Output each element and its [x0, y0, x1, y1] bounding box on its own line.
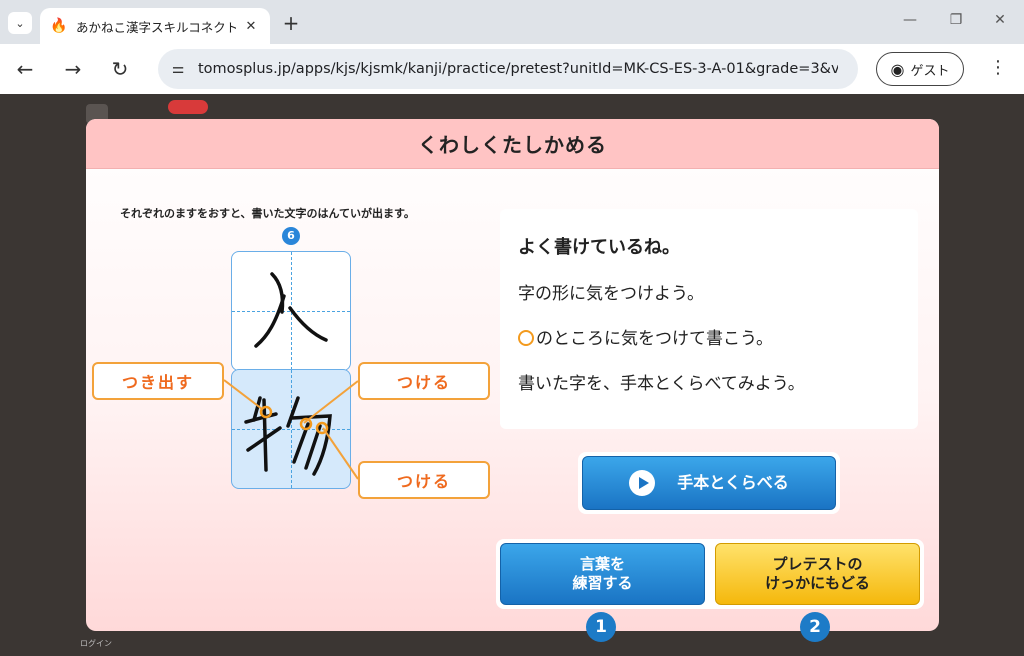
feedback-panel: よく書けているね。 字の形に気をつけよう。 のところに気をつけて書こう。 書いた…	[500, 209, 918, 429]
tab-title: あかねこ漢字スキルコネクト 光村	[76, 19, 236, 35]
tune-icon[interactable]: ⚌	[158, 61, 198, 77]
check-detail-modal: くわしくたしかめる それぞれのますをおすと、書いた文字のはんていが出ます。 6	[86, 119, 939, 631]
callout-tsukeru-upper: つける	[358, 362, 490, 400]
back-to-results-button[interactable]: プレテストの けっかにもどる	[715, 543, 920, 605]
back-to-results-line1: プレテストの	[772, 555, 863, 574]
bottom-buttons-frame: 言葉を 練習する プレテストの けっかにもどる	[496, 539, 924, 609]
practice-words-button[interactable]: 言葉を 練習する	[500, 543, 705, 605]
url-text[interactable]: tomosplus.jp/apps/kjs/kjsmk/kanji/practi…	[198, 61, 838, 77]
writing-cell-top[interactable]	[231, 251, 351, 371]
callout-tsukidasu: つき出す	[92, 362, 224, 400]
plus-icon[interactable]: +	[280, 12, 302, 34]
orange-ring-icon	[518, 330, 534, 346]
account-circle-icon: ◉	[890, 59, 905, 79]
flame-icon: 🔥	[50, 18, 68, 34]
callout-tsukeru-lower: つける	[358, 461, 490, 499]
login-link[interactable]: ログイン	[80, 638, 112, 649]
writing-cell-bottom[interactable]	[231, 369, 351, 489]
number-badge-1: 1	[586, 612, 616, 642]
feedback-line-1: 字の形に気をつけよう。	[518, 284, 704, 304]
close-window-icon[interactable]: ✕	[990, 12, 1010, 28]
reload-icon[interactable]: ↻	[107, 56, 133, 82]
browser-tab[interactable]: 🔥 あかねこ漢字スキルコネクト 光村 ✕	[40, 8, 270, 44]
minimize-icon[interactable]: —	[900, 12, 920, 28]
browser-tabbar: ⌄ 🔥 あかねこ漢字スキルコネクト 光村 ✕ + — ❐ ✕	[0, 0, 1024, 44]
profile-label: ゲスト	[910, 63, 950, 79]
arrow-right-icon[interactable]: →	[60, 56, 86, 82]
arrow-left-icon[interactable]: ←	[12, 56, 38, 82]
compare-with-model-button[interactable]: 手本とくらべる	[582, 456, 836, 510]
close-icon[interactable]: ✕	[242, 19, 260, 34]
number-badge-2: 2	[800, 612, 830, 642]
address-bar[interactable]: ⚌ tomosplus.jp/apps/kjs/kjsmk/kanji/prac…	[158, 49, 858, 89]
stroke-count-badge: 6	[282, 227, 300, 245]
instruction-text: それぞれのますをおすと、書いた文字のはんていが出ます。	[120, 207, 415, 220]
feedback-title: よく書けているね。	[518, 237, 680, 258]
practice-words-line2: 練習する	[572, 574, 633, 592]
back-to-results-line2: けっかにもどる	[765, 574, 870, 592]
handwriting-top	[254, 272, 328, 348]
akaneko-logo	[168, 100, 208, 114]
restore-icon[interactable]: ❐	[946, 12, 966, 28]
browser-toolbar: ← → ↻ ⚌ tomosplus.jp/apps/kjs/kjsmk/kanj…	[0, 44, 1024, 94]
compare-button-label: 手本とくらべる	[677, 473, 789, 492]
play-icon	[629, 470, 656, 496]
feedback-line-2-text: のところに気をつけて書こう。	[536, 329, 773, 349]
modal-title: くわしくたしかめる	[86, 119, 939, 169]
profile-button[interactable]: ◉ ゲスト	[876, 52, 964, 86]
practice-words-line1: 言葉を	[579, 555, 625, 574]
compare-button-frame: 手本とくらべる	[578, 452, 840, 514]
chevron-down-icon[interactable]: ⌄	[8, 12, 32, 34]
feedback-line-2: のところに気をつけて書こう。	[518, 324, 900, 349]
handwriting-bottom	[244, 396, 332, 476]
feedback-line-3: 書いた字を、手本とくらべてみよう。	[518, 374, 805, 394]
kebab-icon[interactable]: ⋮	[988, 57, 1008, 78]
